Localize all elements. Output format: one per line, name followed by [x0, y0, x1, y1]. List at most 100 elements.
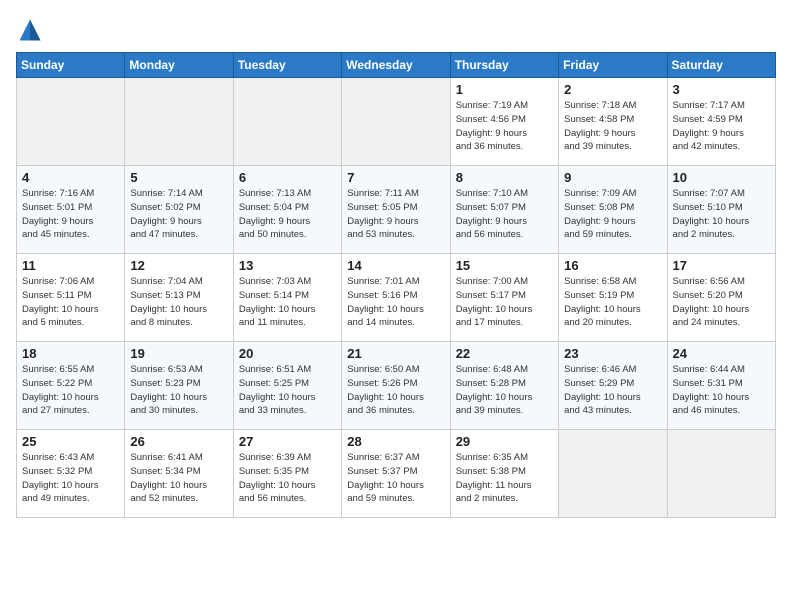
day-number: 27 [239, 434, 336, 449]
calendar-cell: 19Sunrise: 6:53 AM Sunset: 5:23 PM Dayli… [125, 342, 233, 430]
cell-info: Sunrise: 6:43 AM Sunset: 5:32 PM Dayligh… [22, 451, 119, 506]
day-number: 15 [456, 258, 553, 273]
weekday-header-thursday: Thursday [450, 53, 558, 78]
calendar-cell: 27 Sunrise: 6:39 AM Sunset: 5:35 PM Dayli… [233, 430, 341, 518]
weekday-header-monday: Monday [125, 53, 233, 78]
calendar-cell: 20 Sunrise: 6:51 AM Sunset: 5:25 PM Dayli… [233, 342, 341, 430]
calendar-cell: 9 Sunrise: 7:09 AM Sunset: 5:08 PM Daylig… [559, 166, 667, 254]
calendar-cell: 18 Sunrise: 6:55 AM Sunset: 5:22 PM Dayli… [17, 342, 125, 430]
calendar-cell: 24 Sunrise: 6:44 AM Sunset: 5:31 PM Dayli… [667, 342, 775, 430]
cell-info: Sunrise: 6:58 AM Sunset: 5:19 PM Dayligh… [564, 275, 661, 330]
day-number: 3 [673, 82, 770, 97]
day-number: 11 [22, 258, 119, 273]
day-number: 23 [564, 346, 661, 361]
cell-info: Sunrise: 7:13 AM Sunset: 5:04 PM Dayligh… [239, 187, 336, 242]
calendar-cell: 22 Sunrise: 6:48 AM Sunset: 5:28 PM Dayli… [450, 342, 558, 430]
calendar-cell: 6Sunrise: 7:13 AM Sunset: 5:04 PM Daylig… [233, 166, 341, 254]
calendar-cell: 12 Sunrise: 7:04 AM Sunset: 5:13 PM Dayli… [125, 254, 233, 342]
weekday-header-wednesday: Wednesday [342, 53, 450, 78]
calendar-week-1: 1 Sunrise: 7:19 AM Sunset: 4:56 PM Daylig… [17, 78, 776, 166]
calendar-cell [17, 78, 125, 166]
calendar-cell: 1 Sunrise: 7:19 AM Sunset: 4:56 PM Daylig… [450, 78, 558, 166]
day-number: 4 [22, 170, 119, 185]
calendar-cell: 29 Sunrise: 6:35 AM Sunset: 5:38 PM Dayli… [450, 430, 558, 518]
logo-icon [16, 16, 44, 44]
page-header [16, 16, 776, 44]
calendar-cell [233, 78, 341, 166]
day-number: 26 [130, 434, 227, 449]
calendar-cell: 25 Sunrise: 6:43 AM Sunset: 5:32 PM Dayli… [17, 430, 125, 518]
cell-info: Sunrise: 7:06 AM Sunset: 5:11 PM Dayligh… [22, 275, 119, 330]
calendar-cell [125, 78, 233, 166]
weekday-header-saturday: Saturday [667, 53, 775, 78]
calendar-cell [342, 78, 450, 166]
day-number: 2 [564, 82, 661, 97]
cell-info: Sunrise: 6:51 AM Sunset: 5:25 PM Dayligh… [239, 363, 336, 418]
calendar-cell: 17Sunrise: 6:56 AM Sunset: 5:20 PM Dayli… [667, 254, 775, 342]
cell-info: Sunrise: 7:01 AM Sunset: 5:16 PM Dayligh… [347, 275, 444, 330]
calendar-week-5: 25 Sunrise: 6:43 AM Sunset: 5:32 PM Dayli… [17, 430, 776, 518]
day-number: 22 [456, 346, 553, 361]
calendar-table: SundayMondayTuesdayWednesdayThursdayFrid… [16, 52, 776, 518]
day-number: 9 [564, 170, 661, 185]
day-number: 25 [22, 434, 119, 449]
calendar-cell: 10 Sunrise: 7:07 AM Sunset: 5:10 PM Dayli… [667, 166, 775, 254]
day-number: 18 [22, 346, 119, 361]
cell-info: Sunrise: 7:19 AM Sunset: 4:56 PM Dayligh… [456, 99, 553, 154]
day-number: 20 [239, 346, 336, 361]
weekday-header-friday: Friday [559, 53, 667, 78]
cell-info: Sunrise: 7:14 AM Sunset: 5:02 PM Dayligh… [130, 187, 227, 242]
calendar-cell [667, 430, 775, 518]
cell-info: Sunrise: 7:11 AM Sunset: 5:05 PM Dayligh… [347, 187, 444, 242]
cell-info: Sunrise: 7:07 AM Sunset: 5:10 PM Dayligh… [673, 187, 770, 242]
calendar-cell: 5 Sunrise: 7:14 AM Sunset: 5:02 PM Daylig… [125, 166, 233, 254]
calendar-week-4: 18 Sunrise: 6:55 AM Sunset: 5:22 PM Dayli… [17, 342, 776, 430]
cell-info: Sunrise: 7:09 AM Sunset: 5:08 PM Dayligh… [564, 187, 661, 242]
cell-info: Sunrise: 7:03 AM Sunset: 5:14 PM Dayligh… [239, 275, 336, 330]
calendar-cell: 23 Sunrise: 6:46 AM Sunset: 5:29 PM Dayli… [559, 342, 667, 430]
cell-info: Sunrise: 6:48 AM Sunset: 5:28 PM Dayligh… [456, 363, 553, 418]
day-number: 1 [456, 82, 553, 97]
day-number: 21 [347, 346, 444, 361]
cell-info: Sunrise: 6:39 AM Sunset: 5:35 PM Dayligh… [239, 451, 336, 506]
weekday-header-sunday: Sunday [17, 53, 125, 78]
day-number: 19 [130, 346, 227, 361]
day-number: 14 [347, 258, 444, 273]
day-number: 8 [456, 170, 553, 185]
cell-info: Sunrise: 6:55 AM Sunset: 5:22 PM Dayligh… [22, 363, 119, 418]
cell-info: Sunrise: 6:56 AM Sunset: 5:20 PM Dayligh… [673, 275, 770, 330]
weekday-header-tuesday: Tuesday [233, 53, 341, 78]
calendar-cell: 28Sunrise: 6:37 AM Sunset: 5:37 PM Dayli… [342, 430, 450, 518]
calendar-cell: 4 Sunrise: 7:16 AM Sunset: 5:01 PM Daylig… [17, 166, 125, 254]
calendar-cell: 7 Sunrise: 7:11 AM Sunset: 5:05 PM Daylig… [342, 166, 450, 254]
day-number: 13 [239, 258, 336, 273]
cell-info: Sunrise: 6:35 AM Sunset: 5:38 PM Dayligh… [456, 451, 553, 506]
day-number: 12 [130, 258, 227, 273]
cell-info: Sunrise: 6:50 AM Sunset: 5:26 PM Dayligh… [347, 363, 444, 418]
cell-info: Sunrise: 7:10 AM Sunset: 5:07 PM Dayligh… [456, 187, 553, 242]
day-number: 5 [130, 170, 227, 185]
cell-info: Sunrise: 6:46 AM Sunset: 5:29 PM Dayligh… [564, 363, 661, 418]
day-number: 29 [456, 434, 553, 449]
cell-info: Sunrise: 7:16 AM Sunset: 5:01 PM Dayligh… [22, 187, 119, 242]
cell-info: Sunrise: 7:04 AM Sunset: 5:13 PM Dayligh… [130, 275, 227, 330]
calendar-cell: 3 Sunrise: 7:17 AM Sunset: 4:59 PM Daylig… [667, 78, 775, 166]
cell-info: Sunrise: 7:18 AM Sunset: 4:58 PM Dayligh… [564, 99, 661, 154]
day-number: 7 [347, 170, 444, 185]
cell-info: Sunrise: 6:44 AM Sunset: 5:31 PM Dayligh… [673, 363, 770, 418]
calendar-cell [559, 430, 667, 518]
cell-info: Sunrise: 7:17 AM Sunset: 4:59 PM Dayligh… [673, 99, 770, 154]
calendar-week-2: 4 Sunrise: 7:16 AM Sunset: 5:01 PM Daylig… [17, 166, 776, 254]
day-number: 24 [673, 346, 770, 361]
day-number: 10 [673, 170, 770, 185]
calendar-cell: 13 Sunrise: 7:03 AM Sunset: 5:14 PM Dayli… [233, 254, 341, 342]
calendar-cell: 21 Sunrise: 6:50 AM Sunset: 5:26 PM Dayli… [342, 342, 450, 430]
calendar-cell: 16 Sunrise: 6:58 AM Sunset: 5:19 PM Dayli… [559, 254, 667, 342]
day-number: 16 [564, 258, 661, 273]
logo [16, 16, 48, 44]
calendar-cell: 11 Sunrise: 7:06 AM Sunset: 5:11 PM Dayli… [17, 254, 125, 342]
calendar-week-3: 11 Sunrise: 7:06 AM Sunset: 5:11 PM Dayli… [17, 254, 776, 342]
day-number: 28 [347, 434, 444, 449]
calendar-cell: 26Sunrise: 6:41 AM Sunset: 5:34 PM Dayli… [125, 430, 233, 518]
calendar-cell: 2 Sunrise: 7:18 AM Sunset: 4:58 PM Daylig… [559, 78, 667, 166]
